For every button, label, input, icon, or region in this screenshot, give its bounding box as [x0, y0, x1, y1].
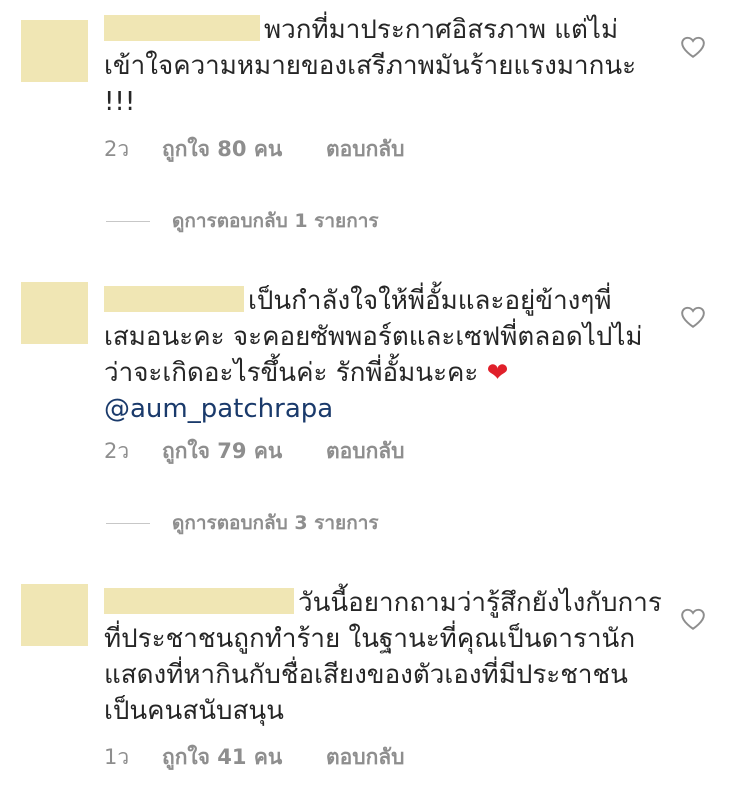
avatar[interactable] [21, 282, 88, 344]
comment-meta: 2ว ถูกใจ 80 คน ตอบกลับ [104, 134, 405, 164]
avatar[interactable] [21, 20, 88, 82]
red-heart-emoji: ❤ [486, 358, 509, 388]
comment-meta: 1ว ถูกใจ 41 คน ตอบกลับ [104, 742, 405, 772]
username-redacted[interactable] [104, 588, 294, 614]
timestamp: 1ว [104, 744, 130, 769]
view-replies-button[interactable]: ดูการตอบกลับ 3 รายการ [106, 508, 379, 538]
timestamp: 2ว [104, 438, 130, 463]
view-replies-label: ดูการตอบกลับ 1 รายการ [172, 210, 379, 232]
like-count[interactable]: ถูกใจ 79 คน [162, 435, 326, 468]
mention-link[interactable]: @aum_patchrapa [104, 394, 333, 424]
divider [106, 522, 150, 524]
comment-text: เป็นกำลังใจให้พี่อั้มและอยู่ข้างๆพี่เสมอ… [104, 283, 664, 427]
comment-text: พวกที่มาประกาศอิสรภาพ แต่ไม่เข้าใจความหม… [104, 12, 664, 120]
comment-meta: 2ว ถูกใจ 79 คน ตอบกลับ [104, 436, 405, 466]
view-replies-label: ดูการตอบกลับ 3 รายการ [172, 512, 379, 534]
view-replies-button[interactable]: ดูการตอบกลับ 1 รายการ [106, 206, 379, 236]
heart-outline-icon[interactable] [680, 305, 706, 329]
like-count[interactable]: ถูกใจ 41 คน [162, 741, 326, 774]
divider [106, 220, 150, 222]
username-redacted[interactable] [104, 15, 260, 41]
timestamp: 2ว [104, 136, 130, 161]
username-redacted[interactable] [104, 286, 244, 312]
avatar[interactable] [21, 584, 88, 646]
reply-button[interactable]: ตอบกลับ [326, 741, 405, 774]
heart-outline-icon[interactable] [680, 607, 706, 631]
reply-button[interactable]: ตอบกลับ [326, 133, 405, 166]
comment-text: วันนี้อยากถามว่ารู้สึกยังไงกับการที่ประช… [104, 585, 664, 729]
like-count[interactable]: ถูกใจ 80 คน [162, 133, 326, 166]
reply-button[interactable]: ตอบกลับ [326, 435, 405, 468]
heart-outline-icon[interactable] [680, 35, 706, 59]
